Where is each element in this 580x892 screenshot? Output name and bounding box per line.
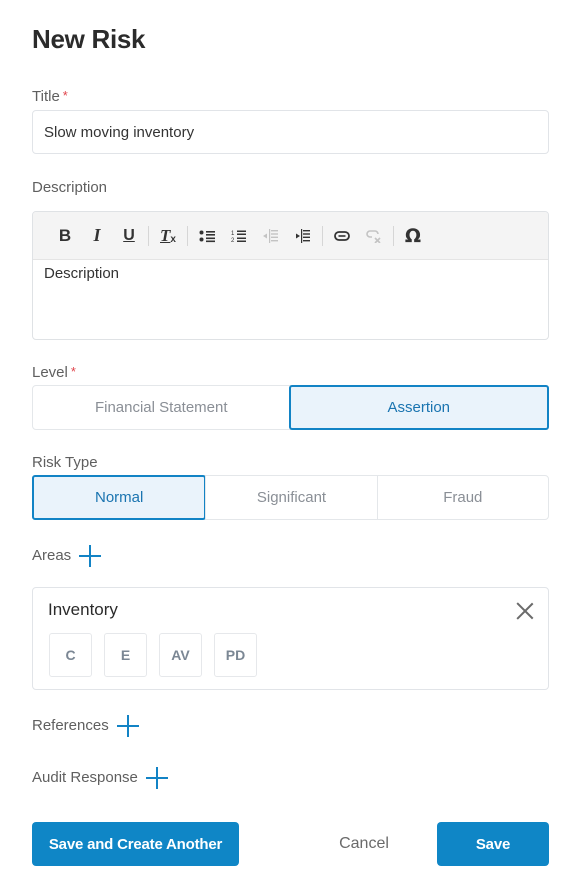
remove-area-close-icon[interactable] — [516, 602, 534, 620]
cancel-button[interactable]: Cancel — [318, 822, 410, 866]
required-mark: * — [62, 88, 68, 103]
add-audit-response-plus-icon[interactable] — [145, 767, 168, 789]
description-editor: B I U Tx 12 Ω Description — [32, 211, 549, 340]
assertion-chip-e[interactable]: E — [104, 633, 147, 677]
audit-response-label-text: Audit Response — [32, 768, 138, 786]
area-card: Inventory C E AV PD — [32, 587, 549, 690]
save-and-create-another-button[interactable]: Save and Create Another — [32, 822, 239, 866]
add-reference-plus-icon[interactable] — [116, 715, 139, 737]
area-name: Inventory — [48, 600, 118, 619]
toolbar-separator — [322, 225, 323, 246]
risk-type-option-significant[interactable]: Significant — [205, 476, 376, 519]
areas-label-text: Areas — [32, 546, 72, 564]
decrease-indent-icon[interactable] — [255, 222, 287, 250]
italic-icon[interactable]: I — [81, 222, 113, 250]
special-character-icon[interactable]: Ω — [397, 222, 429, 250]
title-input-value: Slow moving inventory — [44, 123, 195, 141]
audit-response-label: Audit Response — [32, 767, 168, 789]
required-mark: * — [70, 364, 76, 379]
svg-text:1: 1 — [231, 231, 235, 237]
description-textarea[interactable]: Description — [33, 260, 548, 287]
level-label: Level * — [32, 364, 76, 381]
title-label-text: Title — [32, 88, 60, 105]
description-label: Description — [32, 179, 108, 196]
description-placeholder: Description — [44, 265, 120, 282]
level-segmented-control: Financial Statement Assertion — [32, 385, 549, 430]
toolbar-separator — [187, 225, 188, 246]
bulleted-list-icon[interactable] — [191, 222, 223, 250]
areas-label: Areas — [32, 545, 102, 567]
unlink-icon[interactable] — [358, 222, 390, 250]
bold-icon[interactable]: B — [49, 222, 81, 250]
risk-type-option-fraud[interactable]: Fraud — [376, 476, 548, 519]
toolbar-separator — [393, 225, 394, 246]
risk-type-option-normal[interactable]: Normal — [32, 475, 207, 520]
editor-toolbar: B I U Tx 12 Ω — [33, 212, 548, 260]
svg-text:2: 2 — [231, 238, 235, 243]
numbered-list-icon[interactable]: 12 — [223, 222, 255, 250]
link-icon[interactable] — [326, 222, 358, 250]
references-label: References — [32, 715, 139, 737]
assertion-chip-c[interactable]: C — [49, 633, 92, 677]
references-label-text: References — [32, 716, 109, 734]
risk-type-segmented-control: Normal Significant Fraud — [32, 475, 549, 520]
assertion-chips: C E AV PD — [49, 633, 257, 677]
level-option-assertion[interactable]: Assertion — [288, 385, 549, 430]
title-label: Title * — [32, 88, 68, 105]
assertion-chip-pd[interactable]: PD — [214, 633, 257, 677]
assertion-chip-av[interactable]: AV — [159, 633, 202, 677]
increase-indent-icon[interactable] — [287, 222, 319, 250]
level-label-text: Level — [32, 364, 68, 381]
remove-format-icon[interactable]: Tx — [152, 222, 184, 250]
risk-type-label: Risk Type — [32, 454, 98, 471]
level-option-financial-statement[interactable]: Financial Statement — [33, 386, 290, 429]
add-area-plus-icon[interactable] — [79, 545, 102, 567]
toolbar-separator — [148, 225, 149, 246]
save-button[interactable]: Save — [437, 822, 549, 866]
title-input[interactable]: Slow moving inventory — [32, 110, 549, 154]
page-title: New Risk — [32, 24, 146, 54]
underline-icon[interactable]: U — [113, 222, 145, 250]
